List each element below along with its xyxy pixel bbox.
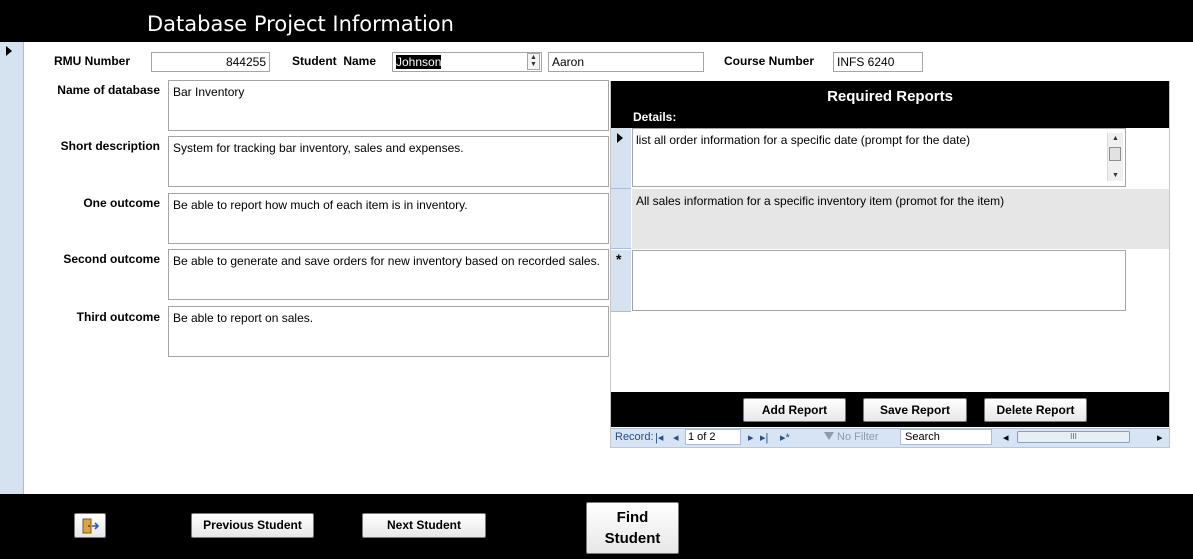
exit-button[interactable]	[74, 513, 106, 538]
previous-student-button[interactable]: Previous Student	[191, 513, 314, 538]
report-detail-new-row[interactable]	[632, 250, 1126, 311]
save-report-button[interactable]: Save Report	[863, 398, 967, 422]
find-student-button[interactable]: Find Student	[586, 502, 679, 554]
exit-door-icon	[82, 518, 100, 534]
add-report-button[interactable]: Add Report	[743, 398, 846, 422]
next-record-icon[interactable]: ▸	[748, 431, 754, 444]
current-record-input[interactable]: 1 of 2	[685, 429, 741, 445]
current-row-arrow-icon	[617, 133, 623, 143]
funnel-icon	[824, 432, 834, 440]
one-outcome-label: One outcome	[83, 196, 160, 210]
record-label: Record:	[615, 431, 654, 443]
rmu-number-label: RMU Number	[54, 54, 131, 68]
subform-title: Required Reports	[827, 88, 953, 105]
last-record-icon[interactable]: ▸|	[760, 431, 768, 444]
search-input[interactable]: Search	[900, 429, 992, 445]
short-description-field[interactable]: System for tracking bar inventory, sales…	[168, 136, 609, 187]
form-title: Database Project Information	[147, 12, 454, 36]
current-record-arrow-icon	[6, 46, 12, 56]
scroll-up-icon[interactable]: ▲	[1112, 135, 1119, 142]
scroll-left-icon[interactable]: ◂	[1003, 431, 1009, 444]
short-description-label: Short description	[60, 139, 160, 153]
scroll-right-icon[interactable]: ▸	[1157, 431, 1163, 444]
previous-record-icon[interactable]: ◂	[673, 431, 679, 444]
second-outcome-field[interactable]: Be able to generate and save orders for …	[168, 249, 609, 300]
report-detail-row-1[interactable]: list all order information for a specifi…	[632, 128, 1126, 187]
horizontal-scroll-thumb[interactable]: III	[1017, 431, 1130, 443]
student-label: Student Name	[292, 54, 377, 68]
scroll-thumb[interactable]	[1109, 147, 1121, 161]
course-number-label: Course Number	[724, 54, 815, 68]
row-2-band	[1126, 189, 1169, 249]
delete-report-button[interactable]: Delete Report	[984, 398, 1087, 422]
find-student-line-2: Student	[604, 530, 661, 547]
name-of-database-field[interactable]: Bar Inventory	[168, 80, 609, 131]
first-name-field[interactable]: Aaron	[548, 52, 704, 72]
third-outcome-label: Third outcome	[76, 310, 160, 324]
course-number-field[interactable]: INFS 6240	[833, 52, 923, 72]
one-outcome-field[interactable]: Be able to report how much of each item …	[168, 193, 609, 244]
row-selector-2[interactable]	[611, 189, 631, 249]
scroll-down-icon[interactable]: ▼	[1112, 172, 1119, 179]
new-record-icon[interactable]: ▸*	[780, 431, 790, 444]
last-name-field[interactable]: Johnson	[392, 52, 542, 72]
second-outcome-label: Second outcome	[63, 252, 160, 266]
no-filter-indicator[interactable]: No Filter	[837, 431, 879, 443]
find-student-line-1: Find	[616, 509, 649, 526]
details-column-label: Details:	[633, 110, 677, 124]
new-record-asterisk-icon: *	[616, 251, 622, 267]
name-of-database-label: Name of database	[57, 83, 160, 97]
rmu-number-field[interactable]: 844255	[151, 52, 270, 72]
name-spinner-icon[interactable]: ▲ ▼	[527, 53, 540, 70]
third-outcome-field[interactable]: Be able to report on sales.	[168, 306, 609, 357]
last-name-selected-text: Johnson	[396, 55, 442, 69]
report-detail-row-2[interactable]: All sales information for a specific inv…	[632, 189, 1126, 249]
record-selector-bar[interactable]	[0, 42, 24, 494]
next-student-button[interactable]: Next Student	[362, 513, 486, 538]
first-record-icon[interactable]: |◂	[655, 431, 663, 444]
